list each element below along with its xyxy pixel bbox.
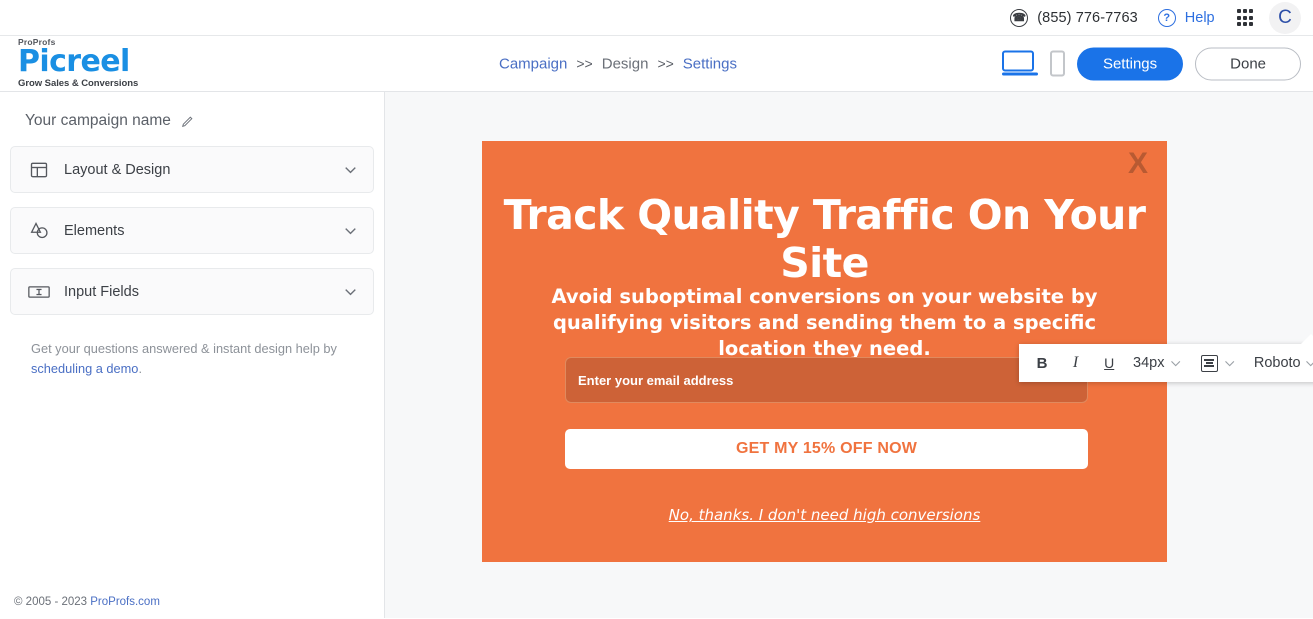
desktop-preview-icon[interactable] — [1001, 50, 1038, 77]
help-label[interactable]: Help — [1185, 10, 1215, 26]
breadcrumb: Campaign >> Design >> Settings — [499, 55, 737, 72]
italic-button[interactable]: I — [1063, 349, 1089, 377]
campaign-name-row[interactable]: Your campaign name — [0, 92, 384, 146]
chevron-down-icon[interactable] — [1305, 360, 1313, 367]
design-canvas: X Track Quality Traffic On Your Site Avo… — [385, 92, 1313, 618]
pencil-edit-icon[interactable] — [181, 114, 195, 128]
email-field[interactable]: Enter your email address — [565, 357, 1088, 403]
help-group[interactable]: ? Help — [1157, 8, 1215, 27]
chevron-down-icon[interactable] — [344, 288, 357, 296]
sidebar-panel-input-fields[interactable]: Input Fields — [10, 268, 374, 315]
phone-circle-icon: ☎ — [1010, 8, 1029, 27]
main-header: ProProfs Picreel Grow Sales & Conversion… — [0, 36, 1313, 92]
schedule-demo-link[interactable]: scheduling a demo — [31, 361, 138, 376]
breadcrumb-separator: >> — [576, 55, 593, 72]
sidebar: Your campaign name Layout & Design Eleme… — [0, 92, 385, 618]
phone-group[interactable]: ☎ (855) 776-7763 — [1010, 8, 1138, 27]
done-button[interactable]: Done — [1195, 47, 1301, 80]
input-field-icon — [27, 284, 51, 300]
apps-grid-icon[interactable] — [1236, 9, 1253, 26]
decline-link[interactable]: No, thanks. I don't need high conversion… — [482, 506, 1167, 524]
breadcrumb-item-campaign[interactable]: Campaign — [499, 55, 567, 72]
chevron-down-icon[interactable] — [1170, 360, 1181, 367]
cta-button[interactable]: GET MY 15% OFF NOW — [565, 429, 1088, 469]
sidebar-panel-layout-design[interactable]: Layout & Design — [10, 146, 374, 193]
sidebar-panel-label: Layout & Design — [64, 161, 171, 178]
breadcrumb-item-settings[interactable]: Settings — [683, 55, 737, 72]
layout-grid-icon — [27, 160, 51, 180]
text-format-toolbar: B I U 34px Roboto A A — [1019, 334, 1313, 382]
app-logo[interactable]: ProProfs Picreel Grow Sales & Conversion… — [0, 38, 385, 88]
bold-button[interactable]: B — [1029, 349, 1055, 377]
font-family-value[interactable]: Roboto — [1251, 349, 1303, 377]
phone-number: (855) 776-7763 — [1037, 9, 1138, 26]
copyright: © 2005 - 2023 ProProfs.com — [14, 596, 160, 608]
proprofs-link[interactable]: ProProfs.com — [90, 596, 160, 608]
mobile-preview-icon[interactable] — [1049, 50, 1065, 77]
sidebar-panel-label: Input Fields — [64, 283, 139, 300]
body-wrapper: Your campaign name Layout & Design Eleme… — [0, 92, 1313, 618]
chevron-down-icon[interactable] — [344, 166, 357, 174]
avatar[interactable]: C — [1269, 1, 1301, 34]
chevron-down-icon[interactable] — [1224, 360, 1235, 367]
close-icon[interactable]: X — [1128, 147, 1148, 181]
helper-text-body: Get your questions answered & instant de… — [31, 341, 337, 356]
logo-tagline: Grow Sales & Conversions — [18, 77, 139, 89]
helper-text-suffix: . — [138, 360, 142, 376]
logo-name: Picreel — [18, 43, 130, 79]
breadcrumb-item-design[interactable]: Design — [602, 55, 649, 72]
text-align-icon[interactable] — [1196, 349, 1222, 377]
utility-bar: ☎ (855) 776-7763 ? Help C — [0, 0, 1313, 36]
shapes-icon — [27, 220, 51, 241]
question-circle-icon: ? — [1157, 8, 1176, 27]
settings-button[interactable]: Settings — [1076, 47, 1184, 80]
sidebar-panel-label: Elements — [64, 222, 125, 239]
copyright-text: © 2005 - 2023 — [14, 596, 91, 608]
chevron-down-icon[interactable] — [344, 227, 357, 235]
font-size-value[interactable]: 34px — [1130, 349, 1168, 377]
campaign-name-label: Your campaign name — [25, 112, 171, 129]
popup-headline[interactable]: Track Quality Traffic On Your Site — [482, 191, 1167, 287]
sidebar-panel-elements[interactable]: Elements — [10, 207, 374, 254]
helper-text: Get your questions answered & instant de… — [0, 329, 384, 379]
breadcrumb-separator: >> — [657, 55, 674, 72]
underline-button[interactable]: U — [1096, 349, 1122, 377]
header-actions: Settings Done — [1001, 47, 1301, 80]
